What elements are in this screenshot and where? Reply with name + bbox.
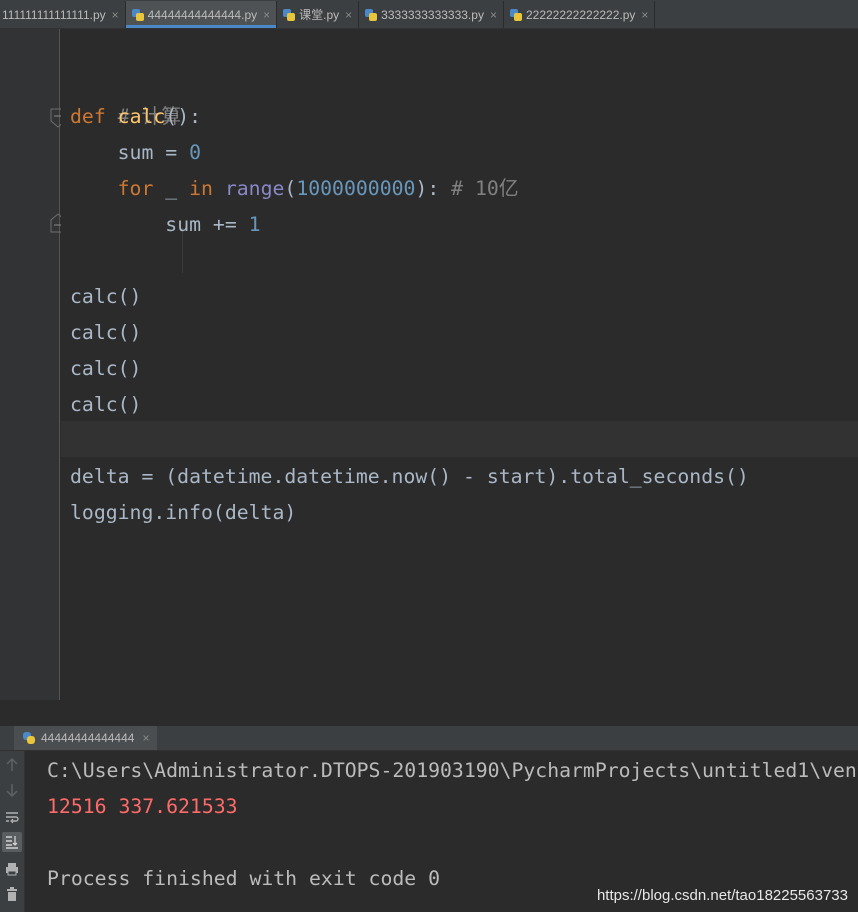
tab-label: 111111111111111.py xyxy=(2,7,106,22)
run-tab[interactable]: 44444444444444 × xyxy=(14,726,158,750)
code-line-sum-init: sum = 0 xyxy=(117,141,202,164)
code-line-call: calc() xyxy=(70,393,142,416)
tab-111111111111111[interactable]: 111111111111111.py × xyxy=(0,1,126,28)
close-icon[interactable]: × xyxy=(641,8,648,22)
panel-splitter[interactable] xyxy=(0,700,858,726)
code-line-call: calc() xyxy=(70,321,142,344)
run-console[interactable]: C:\Users\Administrator.DTOPS-201903190\P… xyxy=(25,751,858,912)
tab-label: 44444444444444.py xyxy=(147,7,258,22)
soft-wrap-icon[interactable] xyxy=(2,807,22,827)
code-line-call: calc() xyxy=(70,357,142,380)
run-toolbar xyxy=(0,751,25,912)
tab-label: 22222222222222.py xyxy=(525,7,636,22)
code-line-delta: delta = (datetime.datetime.now() - start… xyxy=(70,465,749,488)
code-line-call: calc() xyxy=(70,285,142,308)
python-icon xyxy=(22,731,36,745)
close-icon[interactable]: × xyxy=(345,8,352,22)
close-icon[interactable]: × xyxy=(142,731,149,745)
run-tab-bar: 44444444444444 × xyxy=(0,726,858,751)
editor-tab-bar: 111111111111111.py × 44444444444444.py ×… xyxy=(0,0,858,29)
code-line-comment: # 计算 xyxy=(117,105,182,128)
python-file-icon xyxy=(131,8,144,21)
run-tab-label: 44444444444444 xyxy=(41,731,135,745)
watermark: https://blog.csdn.net/tao18225563733 xyxy=(596,887,848,904)
console-line-log-output: 12516 337.621533 xyxy=(47,795,238,818)
code-line-sum-inc: sum += 1 xyxy=(165,213,261,236)
close-icon[interactable]: × xyxy=(263,8,270,22)
python-file-icon xyxy=(365,8,378,21)
tab-3333333333333[interactable]: 3333333333333.py × xyxy=(359,1,504,28)
close-icon[interactable]: × xyxy=(490,8,497,22)
code-line-for: for _ in range(1000000000): # 10亿 xyxy=(117,177,519,200)
tab-label: 课堂.py xyxy=(299,8,340,22)
up-arrow-icon[interactable] xyxy=(2,755,22,775)
editor-gutter[interactable] xyxy=(0,29,66,700)
tab-keting[interactable]: 课堂.py × xyxy=(277,1,360,28)
current-line-highlight xyxy=(61,421,858,457)
python-file-icon xyxy=(283,8,296,21)
tab-44444444444444[interactable]: 44444444444444.py × xyxy=(125,1,278,28)
down-arrow-icon[interactable] xyxy=(2,780,22,800)
console-line-exit: Process finished with exit code 0 xyxy=(47,867,441,890)
scroll-to-end-icon[interactable] xyxy=(2,832,22,852)
code-line-logging: logging.info(delta) xyxy=(70,501,297,524)
code-line-def: def calc(): xyxy=(70,105,202,128)
tab-label: 3333333333333.py xyxy=(381,7,484,22)
python-file-icon xyxy=(509,8,522,21)
trash-icon[interactable] xyxy=(2,884,22,904)
code-editor[interactable]: # 计算 def calc(): sum = 0 for _ in range(… xyxy=(61,29,858,700)
print-icon[interactable] xyxy=(2,859,22,879)
tab-22222222222222[interactable]: 22222222222222.py × xyxy=(504,1,656,28)
console-line-command: C:\Users\Administrator.DTOPS-201903190\P… xyxy=(47,759,858,782)
close-icon[interactable]: × xyxy=(112,8,119,22)
